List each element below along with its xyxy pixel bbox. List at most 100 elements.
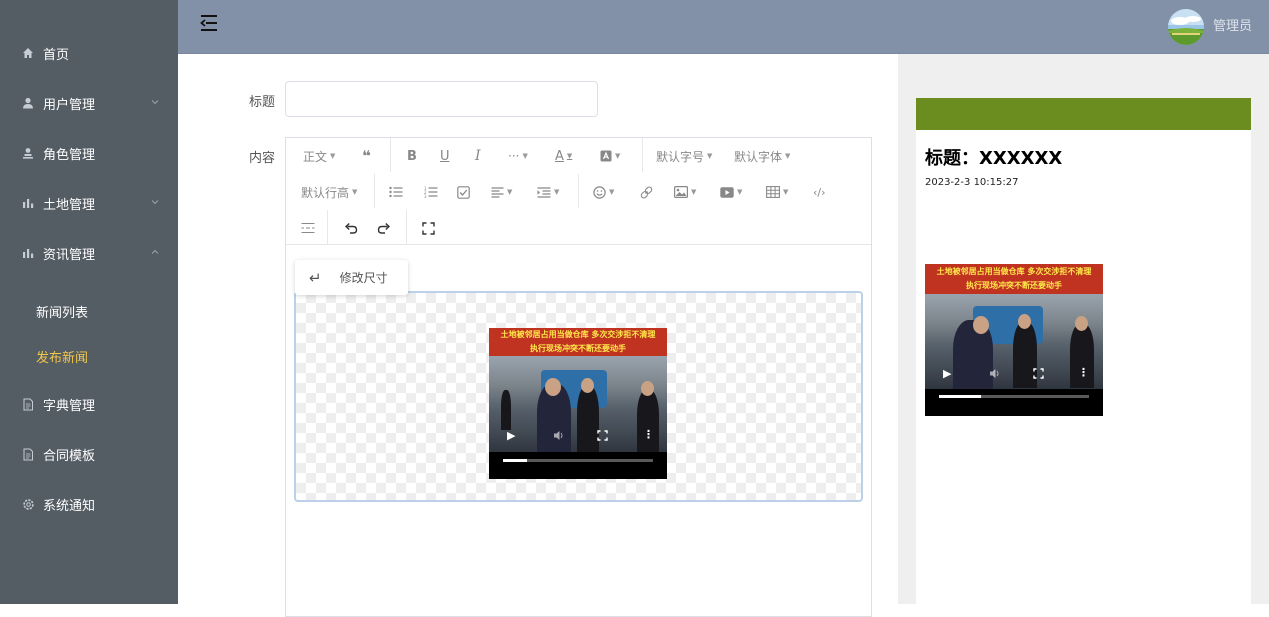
resize-popover[interactable]: ↵ 修改尺寸 — [295, 260, 408, 295]
content-label: 内容 — [249, 151, 276, 166]
caret-down-icon: ▼ — [554, 188, 560, 196]
editor-video[interactable]: 土地被邻居占用当做仓库 多次交涉拒不清理 执行现场冲突不断还要动手 ▶ ⋮ — [489, 328, 667, 479]
video-controls-bar — [925, 389, 1103, 416]
paragraph-format-label: 正文 — [303, 149, 328, 164]
play-icon[interactable]: ▶ — [507, 430, 515, 441]
admin-username[interactable]: 管理员 — [1213, 15, 1252, 34]
video-progress-bar[interactable] — [939, 395, 1089, 398]
underline-icon[interactable]: U — [440, 146, 450, 166]
caret-down-icon: ▼ — [691, 188, 697, 196]
italic-icon[interactable]: I — [475, 146, 481, 166]
more-options-icon[interactable]: ⋮ — [643, 429, 654, 440]
font-family-dropdown[interactable]: 默认字体 ▼ — [734, 146, 790, 166]
video-banner: 土地被邻居占用当做仓库 多次交涉拒不清理 执行现场冲突不断还要动手 — [489, 328, 667, 356]
person-head — [973, 316, 989, 334]
video-progress-fill — [939, 395, 981, 398]
sidebar-item-users[interactable]: 用户管理 — [0, 78, 178, 128]
divider-line-icon[interactable] — [301, 218, 315, 238]
user-icon — [21, 96, 35, 110]
table-dropdown[interactable]: ▼ — [766, 182, 788, 202]
return-arrow-icon: ↵ — [309, 268, 322, 287]
gear-icon — [21, 497, 35, 511]
caret-down-icon: ▼ — [566, 152, 573, 160]
numbered-list-icon[interactable]: 123 — [424, 182, 438, 202]
bar-chart-icon — [21, 196, 35, 210]
avatar[interactable] — [1168, 9, 1204, 45]
volume-icon[interactable] — [989, 368, 1001, 381]
sidebar-item-contract-template[interactable]: 合同模板 — [0, 429, 178, 479]
align-dropdown[interactable]: ▼ — [491, 182, 512, 202]
preview-title: 标题：XXXXXX — [925, 148, 1063, 169]
sidebar-item-label: 资讯管理 — [43, 247, 96, 263]
indent-dropdown[interactable]: ▼ — [537, 182, 559, 202]
more-format-dropdown[interactable]: ··· ▼ — [508, 146, 528, 166]
video-controls-bar — [489, 452, 667, 479]
preview-date: 2023-2-3 10:15:27 — [925, 177, 1019, 188]
font-size-label: 默认字号 — [656, 149, 705, 164]
blockquote-icon[interactable]: ❝ — [362, 146, 371, 166]
sidebar-item-label: 合同模板 — [43, 448, 96, 464]
fullscreen-icon[interactable] — [597, 430, 608, 443]
bullet-list-icon[interactable] — [389, 182, 403, 202]
chevron-up-icon — [150, 246, 160, 256]
top-header: 管理员 — [178, 0, 1269, 54]
redo-icon[interactable] — [377, 218, 391, 238]
title-input[interactable] — [285, 81, 598, 117]
line-height-label: 默认行高 — [301, 185, 350, 200]
video-frame — [489, 356, 667, 454]
play-icon[interactable]: ▶ — [943, 368, 951, 379]
undo-icon[interactable] — [344, 218, 358, 238]
sidebar-item-news[interactable]: 资讯管理 — [0, 228, 178, 278]
sidebar-subitem-news-list[interactable]: 新闻列表 — [0, 289, 178, 334]
caret-down-icon: ▼ — [352, 188, 358, 196]
video-banner: 土地被邻居占用当做仓库 多次交涉拒不清理 执行现场冲突不断还要动手 — [925, 264, 1103, 294]
editor-toolbar: 正文 ▼ ❝ B U I ··· ▼ A ▼ ▼ 默认字号 ▼ 默认字体 ▼ 默认行高 ▼ — [286, 138, 871, 245]
video-dropdown[interactable]: ▼ — [720, 182, 742, 202]
person-shape — [637, 390, 659, 452]
paragraph-format-dropdown[interactable]: 正文 ▼ — [303, 146, 335, 166]
volume-icon[interactable] — [553, 430, 565, 443]
collapse-menu-icon[interactable] — [198, 12, 220, 34]
bar-chart-icon — [21, 246, 35, 260]
code-icon[interactable]: ‹/› — [813, 182, 826, 202]
video-frame — [925, 294, 1103, 392]
video-progress-fill — [503, 459, 527, 462]
caret-down-icon: ▼ — [522, 152, 528, 160]
preview-video[interactable]: 土地被邻居占用当做仓库 多次交涉拒不清理 执行现场冲突不断还要动手 ▶ ⋮ — [925, 264, 1103, 416]
toolbar-divider — [642, 138, 643, 172]
sidebar-item-label: 土地管理 — [43, 197, 96, 213]
sidebar-item-notifications[interactable]: 系统通知 — [0, 479, 178, 529]
sidebar-item-roles[interactable]: 角色管理 — [0, 128, 178, 178]
font-color-icon[interactable]: A ▼ — [555, 146, 572, 166]
title-label: 标题 — [249, 95, 276, 110]
sidebar-item-label: 首页 — [43, 47, 70, 63]
link-icon[interactable] — [640, 182, 653, 202]
toolbar-divider — [578, 174, 579, 208]
caret-down-icon: ▼ — [783, 188, 789, 196]
sidebar-item-label: 用户管理 — [43, 97, 96, 113]
background-color-icon[interactable]: ▼ — [600, 146, 620, 166]
preview-header-band — [916, 98, 1251, 130]
sidebar-item-home[interactable]: 首页 — [0, 28, 178, 78]
person-head — [545, 378, 561, 396]
fullscreen-icon[interactable] — [1033, 368, 1044, 381]
more-options-icon[interactable]: ⋮ — [1078, 367, 1089, 378]
sidebar-item-land[interactable]: 土地管理 — [0, 178, 178, 228]
video-progress-bar[interactable] — [503, 459, 653, 462]
emoji-icon[interactable]: ▼ — [593, 182, 614, 202]
chevron-down-icon — [150, 96, 160, 106]
line-height-dropdown[interactable]: 默认行高 ▼ — [301, 182, 357, 202]
toolbar-divider — [374, 174, 375, 208]
checklist-icon[interactable] — [457, 182, 470, 202]
video-caption-line2: 执行现场冲突不断还要动手 — [530, 344, 626, 353]
bold-icon[interactable]: B — [407, 146, 417, 166]
chevron-down-icon — [150, 196, 160, 206]
person-head — [581, 378, 594, 393]
video-caption-line2: 执行现场冲突不断还要动手 — [966, 281, 1062, 290]
sidebar-item-dictionary[interactable]: 字典管理 — [0, 379, 178, 429]
sidebar-subitem-publish-news[interactable]: 发布新闻 — [0, 334, 178, 379]
fullscreen-icon[interactable] — [422, 218, 435, 238]
font-size-dropdown[interactable]: 默认字号 ▼ — [656, 146, 712, 166]
more-format-label: ··· — [508, 149, 520, 163]
image-dropdown[interactable]: ▼ — [674, 182, 696, 202]
